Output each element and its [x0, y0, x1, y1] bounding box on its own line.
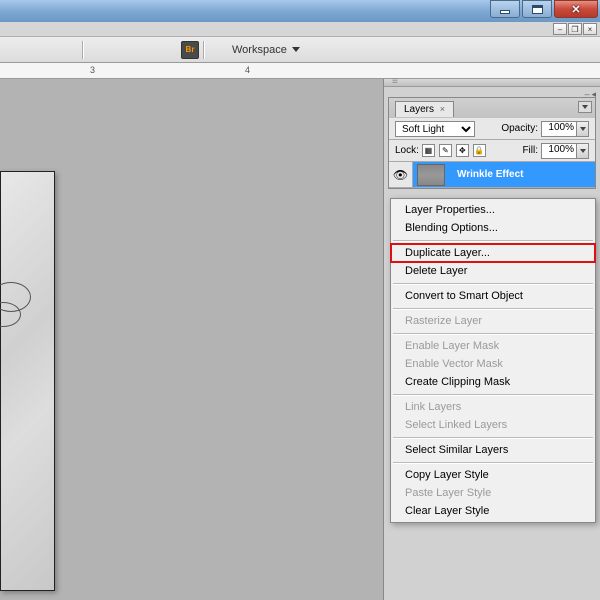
panel-grip[interactable]: [384, 79, 600, 87]
menu-separator: [393, 240, 593, 241]
ruler-mark: 3: [90, 65, 95, 75]
close-button[interactable]: [554, 0, 598, 18]
menu-separator: [393, 283, 593, 284]
canvas-area[interactable]: [0, 79, 383, 600]
menu-item[interactable]: Blending Options...: [391, 219, 595, 237]
menu-item[interactable]: Convert to Smart Object: [391, 287, 595, 305]
menu-item: Link Layers: [391, 398, 595, 416]
lock-all-icon[interactable]: 🔒: [473, 144, 486, 157]
panel-flyout-menu-button[interactable]: [578, 101, 592, 113]
lock-transparency-icon[interactable]: ▦: [422, 144, 435, 157]
lock-pixels-icon[interactable]: ✎: [439, 144, 452, 157]
menu-item[interactable]: Delete Layer: [391, 262, 595, 280]
panel-tab-bar: Layers ×: [389, 98, 595, 118]
menu-separator: [393, 462, 593, 463]
menu-item[interactable]: Clear Layer Style: [391, 502, 595, 520]
minimize-button[interactable]: [490, 0, 520, 18]
menu-separator: [393, 437, 593, 438]
menu-item[interactable]: Duplicate Layer...: [391, 244, 595, 262]
menu-item[interactable]: Select Similar Layers: [391, 441, 595, 459]
opacity-label: Opacity:: [501, 123, 538, 134]
menu-item: Select Linked Layers: [391, 416, 595, 434]
menu-item: Paste Layer Style: [391, 484, 595, 502]
tab-close-icon[interactable]: ×: [440, 104, 445, 114]
layer-row[interactable]: 👁 Wrinkle Effect: [389, 162, 595, 188]
lock-position-icon[interactable]: ✥: [456, 144, 469, 157]
menu-item: Rasterize Layer: [391, 312, 595, 330]
visibility-eye-icon[interactable]: 👁: [389, 162, 413, 187]
fill-arrow-icon[interactable]: [577, 143, 589, 159]
layers-panel: Layers × Soft Light Opacity: 100% Lock: …: [388, 97, 596, 189]
menu-separator: [393, 333, 593, 334]
ruler-mark: 4: [245, 65, 250, 75]
blend-mode-select[interactable]: Soft Light: [395, 121, 475, 137]
menu-item[interactable]: Layer Properties...: [391, 201, 595, 219]
horizontal-ruler: 3 4: [0, 63, 600, 79]
toolbar-divider: [82, 41, 83, 59]
menu-separator: [393, 394, 593, 395]
bridge-icon[interactable]: Br: [181, 41, 199, 59]
window-titlebar: [0, 0, 600, 22]
document-canvas[interactable]: [0, 171, 55, 591]
menu-separator: [393, 308, 593, 309]
layers-options-row-1: Soft Light Opacity: 100%: [389, 118, 595, 140]
layer-thumbnail[interactable]: [417, 164, 445, 186]
options-toolbar: Br Workspace: [0, 37, 600, 63]
fill-input[interactable]: 100%: [541, 143, 577, 159]
workspace-dropdown[interactable]: Workspace: [232, 44, 300, 56]
menu-item: Enable Layer Mask: [391, 337, 595, 355]
menu-item: Enable Vector Mask: [391, 355, 595, 373]
opacity-arrow-icon[interactable]: [577, 121, 589, 137]
doc-close-button[interactable]: ×: [583, 23, 597, 35]
menu-item[interactable]: Copy Layer Style: [391, 466, 595, 484]
tab-label: Layers: [404, 104, 434, 115]
doc-restore-button[interactable]: ❐: [568, 23, 582, 35]
lock-label: Lock:: [395, 145, 419, 156]
document-window-controls: – ❐ ×: [0, 22, 600, 37]
menu-item[interactable]: Create Clipping Mask: [391, 373, 595, 391]
opacity-input[interactable]: 100%: [541, 121, 577, 137]
layer-context-menu: Layer Properties...Blending Options... Du…: [390, 198, 596, 523]
toolbar-divider: [203, 41, 204, 59]
tab-layers[interactable]: Layers ×: [395, 101, 454, 117]
layers-options-row-2: Lock: ▦ ✎ ✥ 🔒 Fill: 100%: [389, 140, 595, 162]
doc-minimize-button[interactable]: –: [553, 23, 567, 35]
layer-name-label[interactable]: Wrinkle Effect: [457, 169, 524, 180]
maximize-button[interactable]: [522, 0, 552, 18]
fill-label: Fill:: [522, 145, 538, 156]
